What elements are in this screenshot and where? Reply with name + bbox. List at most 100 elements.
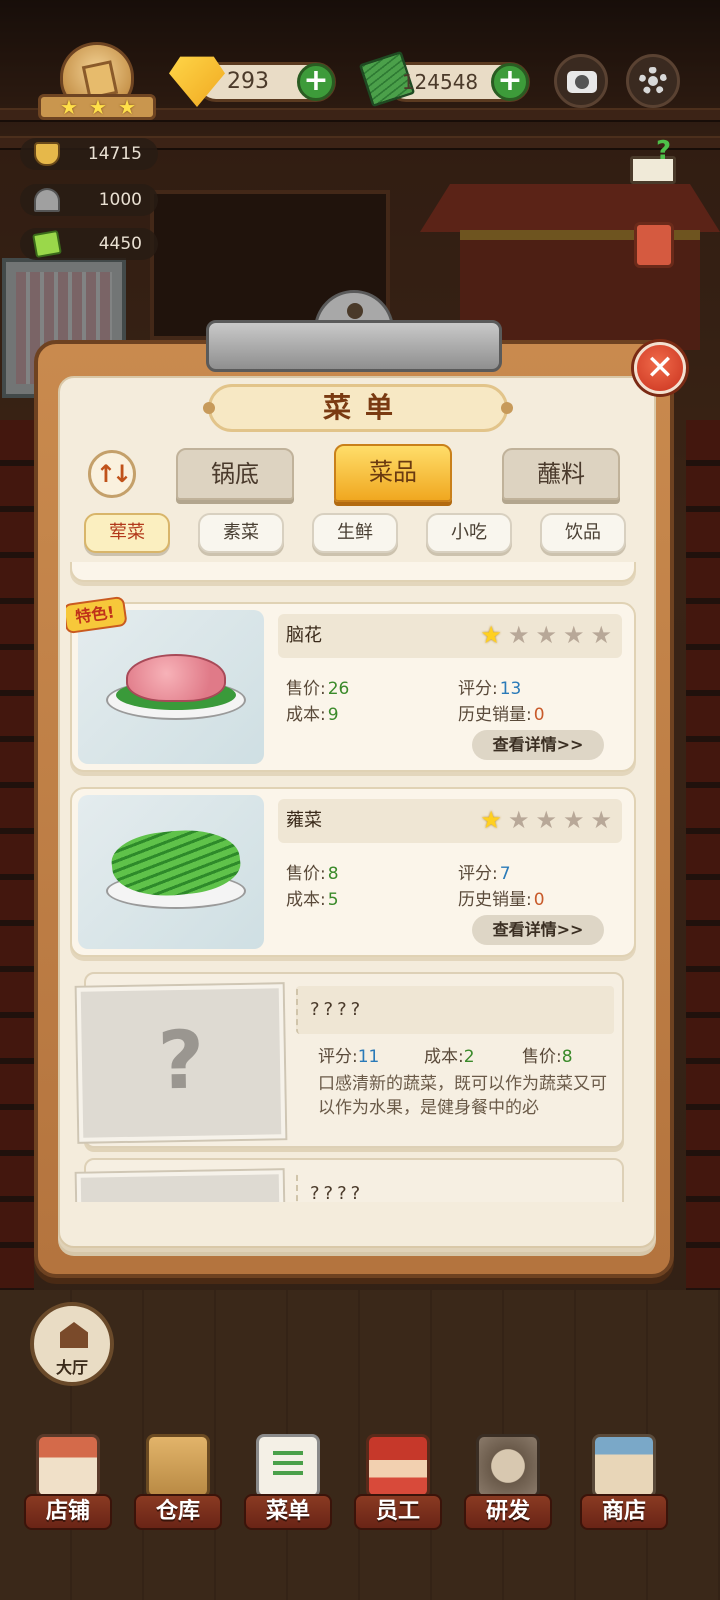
clipboard-clip (206, 290, 502, 372)
recipe-book-button[interactable] (634, 222, 674, 268)
cost-label: 成本: (286, 705, 326, 725)
tab-label: 菜品 (369, 458, 417, 486)
star-icon: ★ (480, 621, 502, 649)
star-icon: ★ (590, 621, 612, 649)
dish-name-bar: 蕹菜 ★ ★ ★ ★ ★ (278, 799, 622, 843)
filter-snack[interactable]: 小吃 (426, 513, 512, 553)
dish-price: 售价: 8 (286, 859, 339, 884)
hall-label: 大厅 (55, 1358, 88, 1377)
tab-dipping-sauce[interactable]: 蘸料 (502, 448, 620, 500)
add-gems-button[interactable]: + (297, 63, 335, 101)
star-icon: ★ (507, 806, 530, 834)
dish-name: 脑花 (286, 625, 322, 646)
dish-card[interactable]: 蕹菜 ★ ★ ★ ★ ★ 售价: 8 评分: 7 成本: 5 历史销量: 0 查看详情>… (70, 787, 636, 957)
dish-cost: 成本: 5 (286, 885, 339, 910)
hall-button[interactable]: 大厅 (30, 1302, 114, 1386)
tab-label: 蘸料 (537, 460, 585, 488)
cost-value: 9 (327, 705, 339, 725)
nav-label: 员工 (354, 1494, 442, 1530)
dish-image (78, 610, 264, 764)
dish-image (78, 795, 264, 949)
filter-vegetable[interactable]: 素菜 (198, 513, 284, 553)
nav-warehouse[interactable]: 仓库 (128, 1428, 228, 1538)
stat-value: 14715 (87, 144, 142, 164)
view-details-button[interactable]: 查看详情>> (472, 730, 604, 760)
sales-label: 历史销量: (458, 890, 532, 910)
dish-price: 售价: 26 (286, 674, 349, 699)
gem-counter: 293 + (169, 56, 336, 107)
locked-dish-description: 口感清新的蔬菜，既可以作为蔬菜又可以作为水果，是健身餐中的必 (318, 1074, 607, 1118)
nav-staff[interactable]: 员工 (348, 1428, 448, 1538)
question-icon: ? (156, 1013, 205, 1108)
sort-icon: ↑↓ (95, 460, 132, 488)
store-icon (592, 1434, 656, 1498)
star-icon: ★ (480, 806, 502, 834)
dish-rating: ★ ★ ★ ★ ★ (480, 807, 612, 833)
stat-dishes: 1000 (20, 184, 158, 216)
locked-dish-card[interactable]: ???? (76, 1158, 624, 1202)
locked-name-bar: ???? (296, 986, 614, 1034)
chip-label: 小吃 (451, 522, 487, 543)
dish-sales: 历史销量: 0 (458, 885, 545, 910)
locked-dish-card[interactable]: ? ???? 评分:11 成本:2 售价:8 口感清新的蔬菜，既可以作为蔬菜又可… (76, 972, 624, 1148)
locked-score: 评分:11 (318, 1042, 379, 1067)
dish-card-partial (70, 562, 636, 582)
close-button[interactable]: ✕ (634, 342, 686, 394)
question-icon: ? (656, 136, 672, 166)
locked-name-bar: ???? (296, 1172, 614, 1202)
nav-menu[interactable]: 菜单 (238, 1428, 338, 1538)
building-icon (60, 1322, 88, 1348)
stat-tickets: 4450 (20, 228, 158, 260)
sort-button[interactable]: ↑↓ (88, 450, 136, 498)
star-icon: ★ (507, 621, 530, 649)
tab-dishes[interactable]: 菜品 (334, 444, 452, 502)
dish-name: 蕹菜 (286, 810, 322, 831)
locked-price: 售价:8 (522, 1042, 573, 1067)
price-value: 8 (561, 1047, 573, 1067)
locked-dish-name: ???? (310, 1183, 365, 1202)
score-label: 评分: (458, 679, 498, 699)
menu-icon (256, 1434, 320, 1498)
nav-label: 商店 (580, 1494, 668, 1530)
camera-icon (567, 71, 597, 93)
locked-dish-image: ? (76, 984, 286, 1142)
dish-cost: 成本: 9 (286, 700, 339, 725)
filter-fresh[interactable]: 生鲜 (312, 513, 398, 553)
add-cash-button[interactable]: + (491, 63, 529, 101)
score-label: 评分: (318, 1047, 358, 1067)
cost-label: 成本: (424, 1047, 464, 1067)
cost-value: 2 (463, 1047, 475, 1067)
view-details-button[interactable]: 查看详情>> (472, 915, 604, 945)
panel-title: 菜单 (322, 391, 407, 424)
nav-label: 研发 (464, 1494, 552, 1530)
star-icon: ★ (590, 806, 612, 834)
star-icon: ★ (535, 621, 557, 649)
score-value: 13 (499, 679, 522, 699)
nav-research[interactable]: 研发 (458, 1428, 558, 1538)
locked-cost: 成本:2 (424, 1042, 475, 1067)
score-value: 11 (357, 1047, 380, 1067)
star-icon: ★ (562, 621, 585, 649)
chip-label: 生鲜 (337, 522, 373, 543)
star-icon: ★ (89, 95, 107, 119)
gear-icon (639, 67, 667, 95)
help-button[interactable]: ? (626, 136, 684, 186)
cash-counter: 124548 + (358, 50, 530, 108)
tab-soup-base[interactable]: 锅底 (176, 448, 294, 500)
star-icon: ★ (118, 95, 136, 119)
nav-store[interactable]: 商店 (574, 1428, 674, 1538)
restaurant-level-badge[interactable]: ★ ★ ★ (38, 42, 156, 126)
chip-label: 荤菜 (109, 522, 145, 543)
dish-list[interactable]: 特色! 脑花 ★ ★ ★ ★ ★ 售价: 26 评分: 13 成本: 9 历史销量: 0… (66, 562, 652, 1202)
filter-meat[interactable]: 荤菜 (84, 513, 170, 553)
camera-button[interactable] (554, 54, 608, 108)
warehouse-icon (146, 1434, 210, 1498)
nav-shop[interactable]: 店铺 (18, 1428, 118, 1538)
staff-icon (366, 1434, 430, 1498)
settings-button[interactable] (626, 54, 680, 108)
pot-icon (34, 142, 60, 166)
dish-card[interactable]: 特色! 脑花 ★ ★ ★ ★ ★ 售价: 26 评分: 13 成本: 9 历史销量: 0… (66, 595, 636, 772)
star-icon: ★ (562, 806, 585, 834)
filter-drink[interactable]: 饮品 (540, 513, 626, 553)
price-label: 售价: (286, 864, 326, 884)
